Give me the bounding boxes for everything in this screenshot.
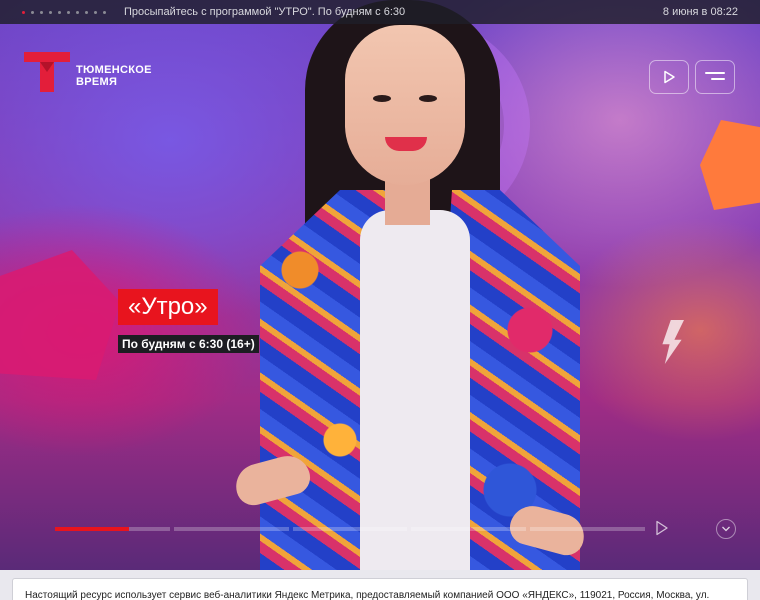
slide-dot-7[interactable] <box>76 10 79 14</box>
current-datetime: 8 июня в 08:22 <box>662 6 738 18</box>
menu-icon <box>705 72 725 82</box>
slider-segment[interactable] <box>530 527 645 531</box>
play-button[interactable] <box>649 60 689 94</box>
cookie-notice: Настоящий ресурс использует сервис веб-а… <box>12 578 748 600</box>
slider-segment[interactable] <box>173 527 289 531</box>
slide-dot-6[interactable] <box>67 10 70 14</box>
slide-dot-10[interactable] <box>103 10 106 14</box>
top-bar: Просыпайтесь с программой "УТРО". По буд… <box>0 0 760 24</box>
play-icon <box>664 70 675 84</box>
slider-progress-fill <box>55 527 129 531</box>
chevron-down-icon <box>722 526 730 532</box>
site-logo[interactable]: ТЮМЕНСКОЕ ВРЕМЯ <box>22 46 152 96</box>
slide-dot-2[interactable] <box>31 10 34 14</box>
slide-dot-4[interactable] <box>49 10 52 14</box>
slide-dot-1[interactable] <box>22 10 25 14</box>
cookie-notice-text: Настоящий ресурс использует сервис веб-а… <box>25 590 710 600</box>
program-schedule: По будням с 6:30 (16+) <box>118 335 259 353</box>
news-ticker[interactable]: Просыпайтесь с программой "УТРО". По буд… <box>124 6 663 18</box>
slider-progress[interactable] <box>55 527 645 531</box>
logo-line-1: ТЮМЕНСКОЕ <box>76 64 152 76</box>
slider-segment[interactable] <box>411 527 527 531</box>
slide-dot-8[interactable] <box>85 10 88 14</box>
menu-button[interactable] <box>695 60 735 94</box>
slide-dot-3[interactable] <box>40 10 43 14</box>
slide-dots[interactable] <box>22 10 106 14</box>
slide-dot-5[interactable] <box>58 10 61 14</box>
presenter-image <box>231 0 589 570</box>
logo-t-icon <box>24 52 70 92</box>
decor-shape-left <box>0 250 120 380</box>
logo-line-2: ВРЕМЯ <box>76 76 118 88</box>
chevron-right-icon <box>656 520 668 536</box>
lightning-icon <box>662 320 684 364</box>
program-title[interactable]: «Утро» <box>118 289 218 325</box>
slider-segment[interactable] <box>292 527 408 531</box>
next-slide-button[interactable] <box>652 518 672 538</box>
decor-shape-right <box>700 120 760 210</box>
slide-dot-9[interactable] <box>94 10 97 14</box>
scroll-down-button[interactable] <box>716 519 736 539</box>
